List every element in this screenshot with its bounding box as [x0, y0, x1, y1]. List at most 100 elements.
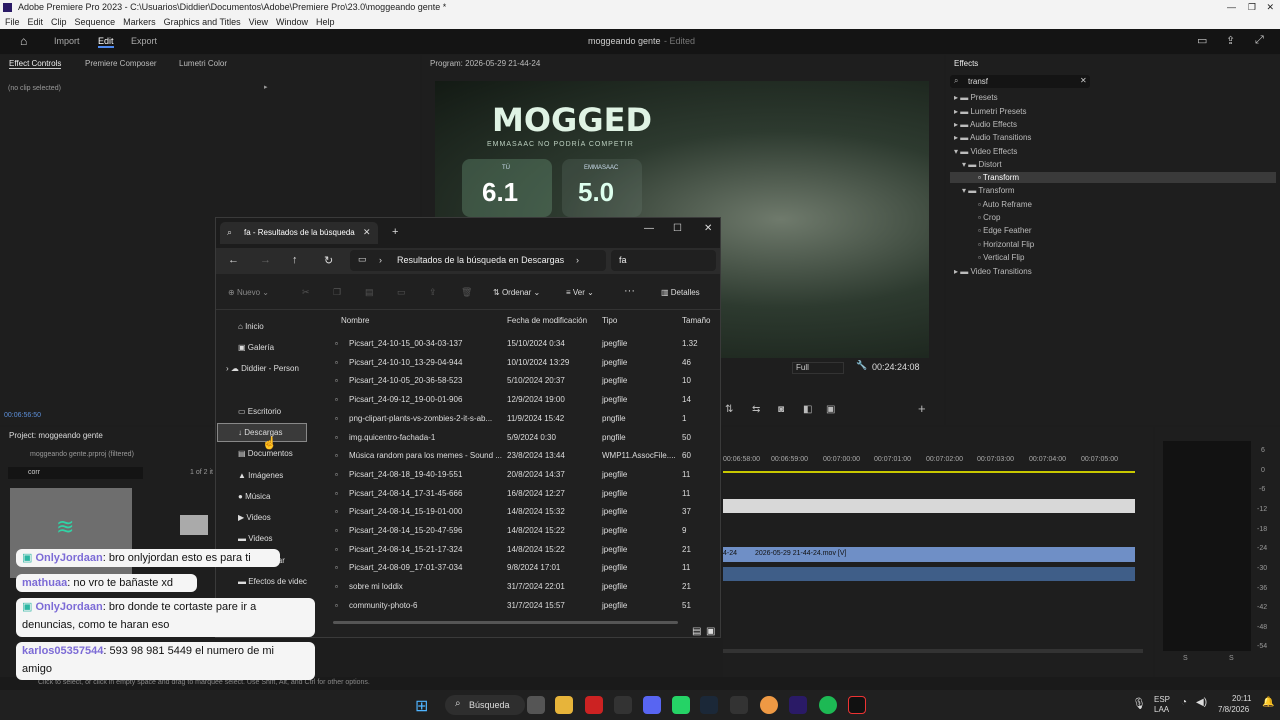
timeline-scrollbar[interactable] [723, 649, 1143, 653]
col-tipo[interactable]: Tipo [602, 316, 617, 325]
app-icon[interactable] [585, 696, 603, 714]
sidebar-item-escritorio[interactable]: ▭ Escritorio [238, 407, 281, 416]
file-row[interactable]: ▫ Picsart_24-08-14_15-19-01-000 14/8/2024 … [333, 502, 713, 521]
explorer-search-input[interactable]: fa [611, 250, 716, 271]
file-row[interactable]: ▫ Música random para los memes - Sound ..… [333, 446, 713, 465]
sidebar-item-galeria[interactable]: ▣ Galería [238, 343, 274, 352]
delete-icon[interactable]: 🗑 [461, 287, 472, 298]
wrench-icon[interactable]: 🔧 [856, 360, 867, 371]
close-icon[interactable]: ✕ [704, 223, 712, 234]
file-row[interactable]: ▫ Picsart_24-10-05_20-36-58-523 5/10/2024 … [333, 371, 713, 390]
clear-search-icon[interactable]: ✕ [1080, 76, 1087, 85]
sidebar-item-efectos[interactable]: ▬ Efectos de videc [238, 577, 307, 586]
effects-folder-audio-effects[interactable]: ▸ ▬ Audio Effects [954, 120, 1017, 129]
file-row[interactable]: ▫ Picsart_24-08-18_19-40-19-551 20/8/2024 … [333, 465, 713, 484]
explorer-tab[interactable]: ⌕ fa - Resultados de la búsqueda ✕ [220, 222, 378, 244]
tab-premiere-composer[interactable]: Premiere Composer [85, 59, 157, 68]
sidebar-item-musica[interactable]: ● Música [238, 492, 270, 501]
effects-folder-transform[interactable]: ▾ ▬ Transform [962, 186, 1014, 195]
menu-help[interactable]: Help [316, 17, 335, 27]
address-bar[interactable]: ▭ › Resultados de la búsqueda en Descarg… [350, 250, 606, 271]
epic-icon[interactable] [614, 696, 632, 714]
sidebar-item-onedrive[interactable]: › ☁ Diddier - Person [226, 364, 299, 373]
bin-thumbnail[interactable] [180, 515, 208, 535]
maximize-icon[interactable]: ☐ [673, 223, 682, 234]
file-row[interactable]: ▫ img.quicentro-fachada-1 5/9/2024 0:30 png… [333, 428, 713, 447]
volume-icon[interactable]: ◀) [1196, 697, 1207, 708]
vr-icon[interactable]: ▣ [826, 404, 835, 415]
sidebar-item-videos-folder[interactable]: ▬ Videos [238, 534, 273, 543]
notification-icon[interactable]: 🔔 [1262, 697, 1274, 708]
minimize-icon[interactable]: — [1227, 0, 1236, 15]
solo-button[interactable]: S [1183, 655, 1188, 662]
back-icon[interactable]: ← [228, 254, 239, 266]
close-icon[interactable]: ✕ [1266, 0, 1274, 15]
file-row[interactable]: ▫ Picsart_24-08-14_15-21-17-324 14/8/2024 … [333, 540, 713, 559]
clock-date[interactable]: 7/8/2026 [1218, 705, 1249, 714]
menu-window[interactable]: Window [276, 17, 308, 27]
effects-item-edge-feather[interactable]: ▫ Edge Feather [978, 226, 1032, 235]
file-row[interactable]: ▫ Picsart_24-08-09_17-01-37-034 9/8/2024 1… [333, 558, 713, 577]
premiere-icon[interactable] [789, 696, 807, 714]
sidebar-item-inicio[interactable]: ⌂ Inicio [238, 322, 264, 331]
menu-sequence[interactable]: Sequence [75, 17, 116, 27]
minimize-icon[interactable]: — [644, 223, 654, 234]
share-icon[interactable]: ⇪ [429, 287, 437, 298]
wifi-icon[interactable]: ◔ [1181, 697, 1187, 708]
chrome-icon[interactable] [760, 696, 778, 714]
new-tab-icon[interactable]: + [392, 226, 398, 238]
chevron-right-icon[interactable]: ▸ [264, 83, 268, 91]
home-icon[interactable]: ⌂ [20, 34, 27, 48]
file-row[interactable]: ▫ community-photo-6 31/7/2024 15:57 jpegfil… [333, 596, 713, 615]
extract-icon[interactable]: ⇆ [752, 404, 760, 415]
maximize-icon[interactable]: ❐ [1248, 0, 1256, 15]
microphone-icon[interactable]: 🎙 [1132, 697, 1146, 710]
refresh-icon[interactable]: ↻ [324, 254, 333, 267]
effects-item-crop[interactable]: ▫ Crop [978, 213, 1000, 222]
taskbar-search[interactable]: ⌕ Búsqueda [445, 695, 525, 715]
file-row[interactable]: ▫ png-clipart-plants-vs-zombies-2-it-s-ab… [333, 409, 713, 428]
windows-start-icon[interactable]: ⊞ [415, 696, 428, 716]
file-row[interactable]: ▫ Picsart_24-08-14_17-31-45-666 16/8/2024 … [333, 484, 713, 503]
new-button[interactable]: ⊕ Nuevo ⌄ [228, 288, 269, 297]
effects-item-vertical-flip[interactable]: ▫ Vertical Flip [978, 253, 1024, 262]
timeline-ruler[interactable]: 00:06:58:00 00:06:59:00 00:07:00:00 00:0… [723, 453, 1143, 467]
cut-icon[interactable]: ✂ [302, 287, 310, 298]
sidebar-item-videos[interactable]: ▶ Videos [238, 513, 271, 522]
graphic-clip[interactable] [723, 499, 1135, 513]
solo-button[interactable]: S [1229, 655, 1234, 662]
import-tab[interactable]: Import [54, 36, 80, 46]
work-area-bar[interactable] [723, 471, 1135, 473]
file-explorer-icon[interactable] [555, 696, 573, 714]
sidebar-item-imagenes[interactable]: ▲ Imágenes [238, 471, 283, 480]
paste-icon[interactable]: ▤ [365, 287, 374, 298]
file-row[interactable]: ▫ Picsart_24-09-12_19-00-01-906 12/9/2024 … [333, 390, 713, 409]
spotify-icon[interactable] [819, 696, 837, 714]
epic-games-icon[interactable] [730, 696, 748, 714]
effects-folder-lumetri[interactable]: ▸ ▬ Lumetri Presets [954, 107, 1027, 116]
menu-view[interactable]: View [249, 17, 268, 27]
lang-2[interactable]: LAA [1154, 705, 1169, 714]
up-icon[interactable]: ↑ [292, 254, 298, 266]
file-row[interactable]: ▫ sobre mi loddix 31/7/2024 22:01 jpegfile 2… [333, 577, 713, 596]
effects-folder-video-transitions[interactable]: ▸ ▬ Video Transitions [954, 267, 1032, 276]
effects-folder-distort[interactable]: ▾ ▬ Distort [962, 160, 1002, 169]
compare-icon[interactable]: ◧ [803, 404, 812, 415]
steam-icon[interactable] [700, 696, 718, 714]
share-icon[interactable]: ⇪ [1226, 34, 1235, 47]
file-row[interactable]: ▫ Picsart_24-08-14_15-20-47-596 14/8/2024 … [333, 521, 713, 540]
menu-markers[interactable]: Markers [123, 17, 156, 27]
menu-edit[interactable]: Edit [28, 17, 44, 27]
tiktok-icon[interactable] [848, 696, 866, 714]
fullscreen-icon[interactable]: ⤢ [1255, 34, 1264, 47]
details-button[interactable]: ▥ Detalles [661, 288, 700, 297]
forward-icon[interactable]: → [260, 254, 271, 266]
tab-effect-controls[interactable]: Effect Controls [9, 59, 62, 69]
panel-icon[interactable]: ▭ [1197, 34, 1207, 47]
effects-item-transform-distort[interactable]: ▫ Transform [978, 173, 1019, 182]
effects-folder-video-effects[interactable]: ▾ ▬ Video Effects [954, 147, 1017, 156]
add-button-icon[interactable]: + [918, 401, 926, 416]
menu-graphics[interactable]: Graphics and Titles [164, 17, 241, 27]
effects-search-input[interactable]: ⌕ transf ✕ [950, 75, 1090, 88]
lang-1[interactable]: ESP [1154, 695, 1170, 704]
